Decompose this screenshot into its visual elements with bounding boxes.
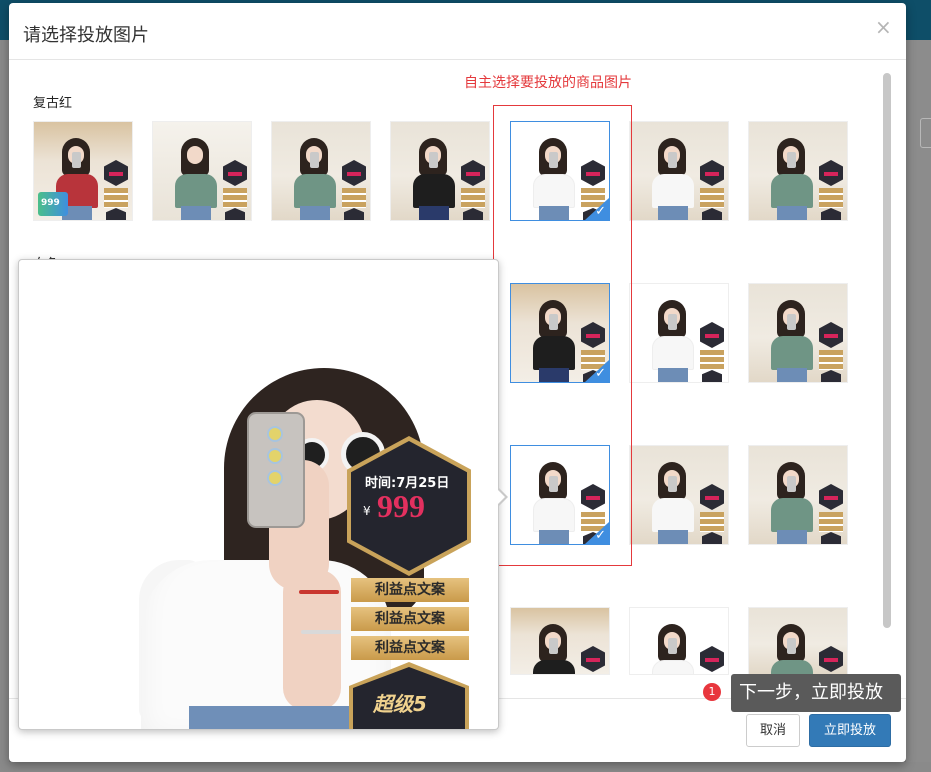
cancel-button[interactable]: 取消: [746, 714, 800, 747]
header-divider: [9, 59, 906, 60]
background-left-edge: [0, 40, 9, 772]
product-image-thumb[interactable]: [629, 445, 729, 545]
product-image-thumb[interactable]: [748, 121, 848, 221]
preview-super-label: 超级5: [373, 692, 427, 716]
preview-currency: ¥: [363, 504, 371, 518]
step-badge: 1: [703, 683, 721, 701]
product-image-thumb[interactable]: [629, 607, 729, 675]
product-image-thumb[interactable]: [748, 283, 848, 383]
background-right-edge: [906, 40, 931, 772]
product-image-thumb[interactable]: 999: [33, 121, 133, 221]
scrollbar[interactable]: [883, 73, 891, 628]
background-field: [920, 118, 931, 148]
product-image-thumb[interactable]: [748, 607, 848, 675]
submit-button[interactable]: 立即投放: [809, 714, 891, 747]
product-image-thumb[interactable]: [629, 283, 729, 383]
preview-benefit-1: 利益点文案: [351, 578, 469, 602]
preview-benefit-3: 利益点文案: [351, 636, 469, 660]
image-preview-popover: 时间:7月25日 ¥ 999 利益点文案 利益点文案 利益点文案 超级5: [18, 259, 499, 730]
background-bottom-edge: [0, 762, 931, 772]
promo-tag: 999: [38, 192, 68, 216]
product-image-thumb[interactable]: [152, 121, 252, 221]
annotation-highlight-box: [493, 105, 632, 566]
product-image-thumb[interactable]: [748, 445, 848, 545]
product-image-thumb[interactable]: [390, 121, 490, 221]
annotation-text: 自主选择要投放的商品图片: [464, 75, 632, 91]
close-icon[interactable]: ×: [875, 17, 892, 37]
product-image-thumb[interactable]: [510, 607, 610, 675]
product-image-thumb[interactable]: [271, 121, 371, 221]
preview-price: 999: [377, 488, 425, 524]
product-image-thumb[interactable]: [629, 121, 729, 221]
phone-icon: [247, 412, 305, 528]
group-label-retro-red: 复古红: [33, 96, 73, 111]
guide-tooltip: 下一步，立即投放: [731, 674, 901, 712]
modal-title: 请选择投放图片: [23, 25, 149, 46]
preview-benefit-2: 利益点文案: [351, 607, 469, 631]
